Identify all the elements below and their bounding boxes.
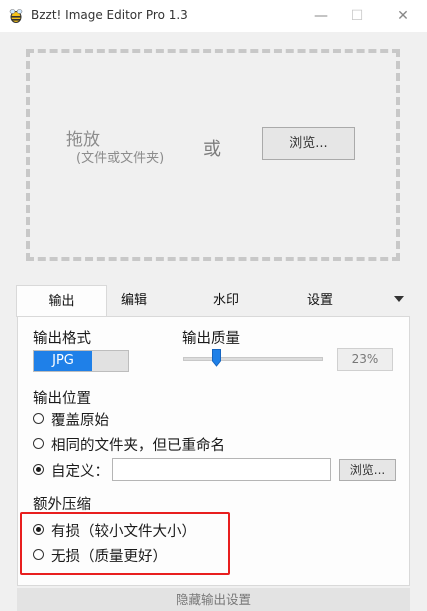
radio-same-folder-renamed[interactable] [33, 438, 44, 449]
output-location-label: 输出位置 [33, 391, 91, 407]
tabs-dropdown-icon[interactable] [394, 296, 404, 302]
quality-slider-track[interactable] [183, 357, 323, 361]
tab-watermark[interactable]: 水印 [206, 285, 246, 317]
radio-overwrite-original[interactable] [33, 413, 44, 424]
radio-custom-location[interactable] [33, 464, 44, 475]
custom-path-input[interactable] [112, 458, 331, 481]
minimize-button[interactable]: — [306, 4, 336, 28]
bee-app-icon [9, 9, 23, 23]
close-button[interactable]: ✕ [388, 4, 418, 28]
format-value: JPG [34, 351, 92, 371]
hide-output-settings-button[interactable]: 隐藏输出设置 [17, 588, 410, 611]
quality-value-box: 23% [337, 348, 393, 371]
browse-files-button[interactable]: 浏览... [262, 127, 355, 160]
format-toggle[interactable]: JPG [33, 350, 129, 372]
maximize-button[interactable]: ☐ [342, 4, 372, 28]
compression-highlight-box [20, 512, 230, 575]
tab-settings[interactable]: 设置 [300, 285, 340, 317]
settings-tabs: 输出 编辑 水印 设置 [16, 285, 410, 317]
extra-compression-label: 额外压缩 [33, 497, 91, 513]
window-title: Bzzt! Image Editor Pro 1.3 [31, 8, 188, 22]
tab-edit[interactable]: 编辑 [114, 285, 154, 317]
or-label: 或 [203, 139, 221, 160]
output-format-label: 输出格式 [33, 331, 91, 347]
title-bar: Bzzt! Image Editor Pro 1.3 — ☐ ✕ [0, 0, 427, 32]
radio-same-folder-renamed-label: 相同的文件夹，但已重命名 [51, 438, 225, 454]
browse-location-button[interactable]: 浏览... [339, 459, 396, 481]
tab-output[interactable]: 输出 [16, 285, 107, 317]
radio-overwrite-original-label: 覆盖原始 [51, 413, 109, 429]
quality-slider-thumb[interactable] [212, 349, 221, 367]
radio-custom-location-label: 自定义： [51, 464, 109, 480]
drop-sublabel: (文件或文件夹) [76, 151, 165, 166]
output-quality-label: 输出质量 [182, 331, 240, 347]
